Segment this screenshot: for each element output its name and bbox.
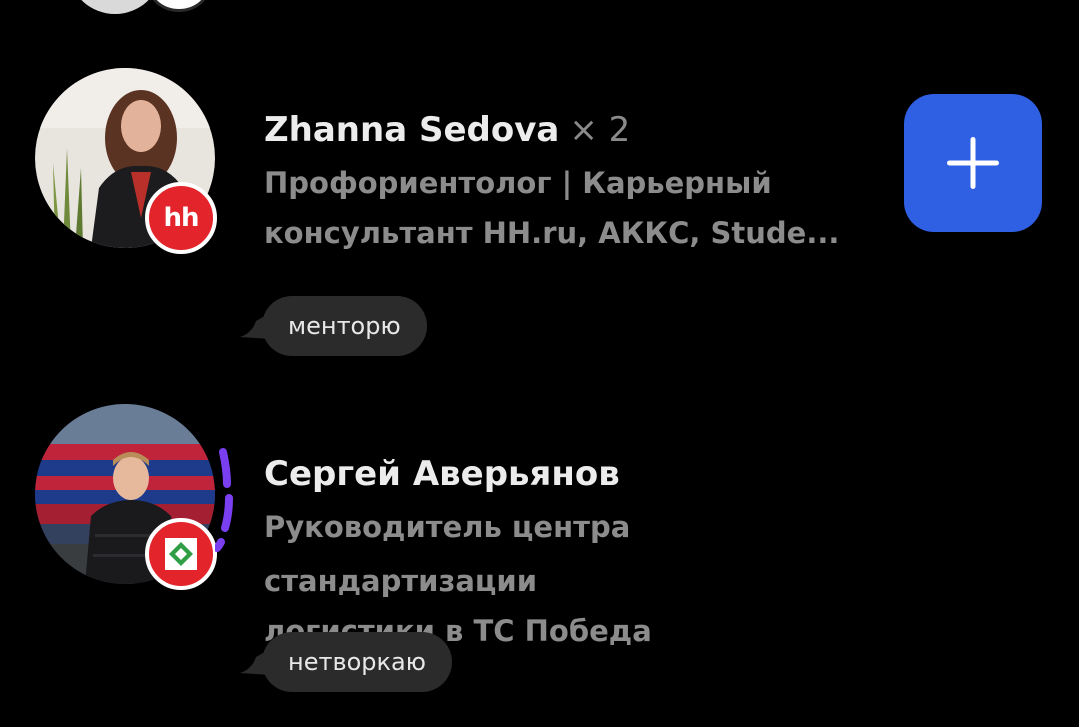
avatar-container[interactable]: hh	[35, 68, 217, 254]
story-ring-icon	[215, 448, 233, 552]
pobeda-logo-icon	[165, 538, 197, 570]
avatar-container[interactable]	[35, 404, 217, 590]
intent-tag: нетворкаю	[262, 632, 452, 692]
person-name: Сергей Аверьянов	[264, 454, 620, 494]
hh-logo-icon: hh	[163, 203, 199, 233]
match-multiplier: × 2	[569, 110, 631, 150]
person-card[interactable]: Сергей Аверьянов Руководитель центра ста…	[0, 404, 1079, 696]
name-row: Сергей Аверьянов	[264, 452, 904, 496]
person-card[interactable]: hh Zhanna Sedova × 2 Профориентолог | Кар…	[0, 68, 1079, 360]
headline-line-1: Руководитель центра стандартизации	[264, 510, 631, 598]
person-headline: Профориентолог | Карьерный консультант H…	[264, 156, 904, 260]
name-row: Zhanna Sedova × 2	[264, 108, 904, 152]
person-info[interactable]: Сергей Аверьянов Руководитель центра ста…	[264, 452, 904, 658]
headline-line-2: консультант HH.ru, АККС, Stude...	[264, 216, 840, 250]
person-name: Zhanna Sedova	[264, 110, 560, 150]
company-badge	[145, 518, 217, 590]
previous-card-avatar[interactable]	[70, 0, 160, 14]
headline-line-1: Профориентолог | Карьерный	[264, 166, 772, 200]
person-info[interactable]: Zhanna Sedova × 2 Профориентолог | Карьер…	[264, 108, 904, 260]
previous-card-badge	[148, 0, 210, 12]
add-contact-button[interactable]	[904, 94, 1042, 232]
plus-icon	[947, 137, 999, 189]
intent-tag: менторю	[262, 296, 427, 356]
company-badge: hh	[145, 182, 217, 254]
